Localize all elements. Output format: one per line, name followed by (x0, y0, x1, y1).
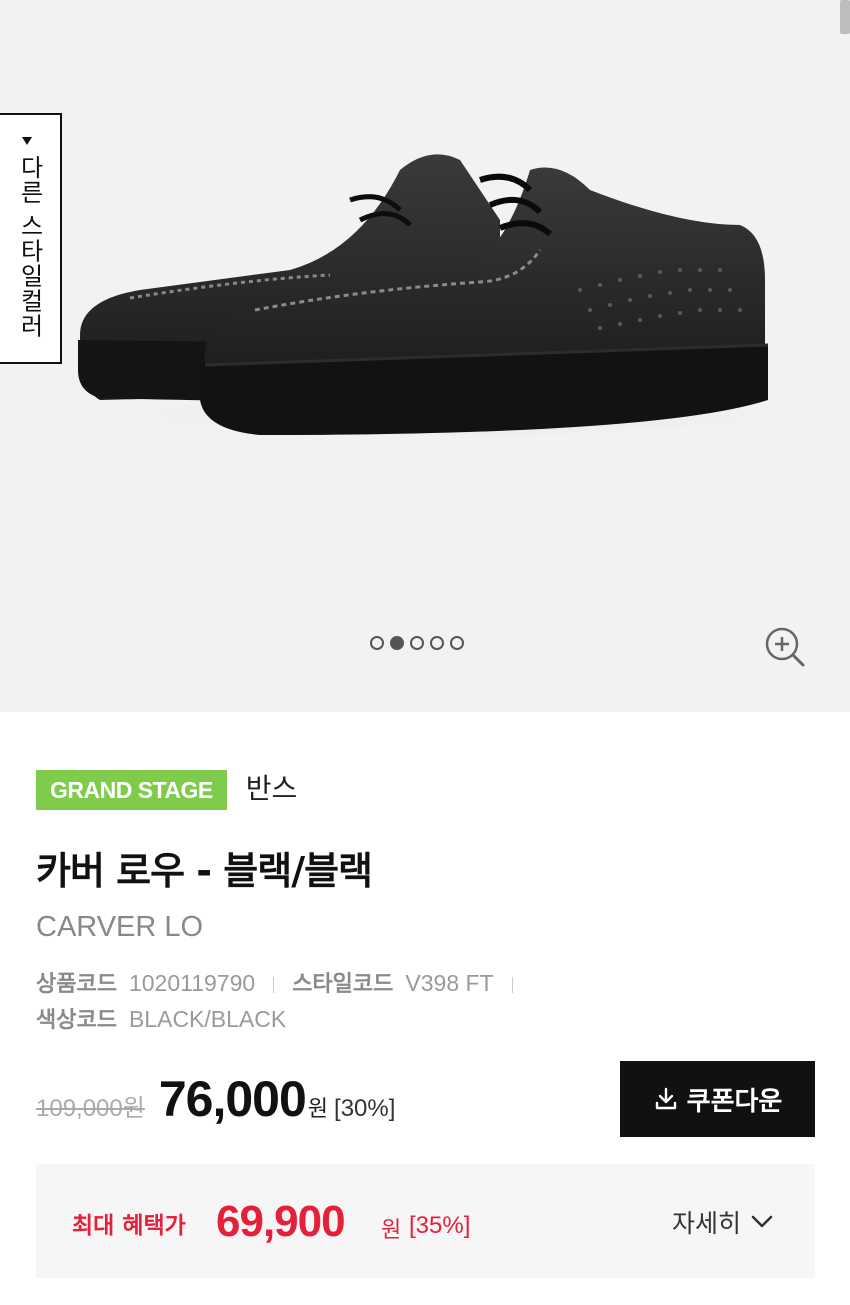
max-benefit-price: 69,900 (216, 1197, 346, 1246)
product-title: 카버 로우 - 블랙/블랙 (36, 849, 373, 893)
color-code-value: BLACK/BLACK (128, 1006, 287, 1032)
max-benefit-panel: 최대 혜택가 69,900 원 [35%] 자세히 (36, 1164, 815, 1278)
benefit-detail-label: 자세히 (672, 1209, 742, 1238)
style-code-value: V398 FT (405, 970, 494, 996)
product-image-gallery[interactable]: 다른 스타일컬러 (0, 0, 850, 712)
pagination-dot[interactable] (370, 636, 384, 650)
sale-price: 76,000 (158, 1071, 307, 1127)
max-benefit-discount: [35%] (409, 1212, 471, 1239)
sale-discount-rate: [30%] (334, 1095, 396, 1122)
pagination-dot[interactable] (410, 636, 424, 650)
brand-row: GRAND STAGE 반스 (36, 770, 297, 810)
other-style-color-label: 다른 스타일컬러 (15, 155, 44, 339)
pagination-dot-active[interactable] (390, 636, 404, 650)
product-shoe-image (78, 154, 790, 441)
chevron-down-icon (751, 1215, 773, 1228)
grand-stage-badge[interactable]: GRAND STAGE (36, 770, 227, 810)
brand-name[interactable]: 반스 (246, 767, 298, 807)
original-price: 109,000원 (36, 1095, 145, 1122)
gallery-pagination (370, 636, 464, 650)
divider (511, 977, 513, 993)
coupon-download-button[interactable]: 쿠폰다운 (620, 1061, 815, 1137)
triangle-down-icon (22, 137, 32, 145)
product-codes-row: 상품코드 1020119790 스타일코드 V398 FT (36, 966, 531, 998)
color-code-label: 색상코드 (36, 1008, 117, 1033)
pagination-dot[interactable] (450, 636, 464, 650)
max-benefit-currency: 원 (381, 1218, 402, 1243)
style-code-label: 스타일코드 (292, 972, 394, 997)
product-code-value: 1020119790 (128, 970, 256, 996)
download-icon (655, 1087, 676, 1110)
benefit-detail-toggle[interactable]: 자세히 (672, 1204, 773, 1240)
pagination-dot[interactable] (430, 636, 444, 650)
sale-price-currency: 원 (307, 1097, 329, 1122)
product-code-label: 상품코드 (36, 972, 117, 997)
color-code-row: 색상코드 BLACK/BLACK (36, 1002, 286, 1034)
max-benefit-label: 최대 혜택가 (72, 1213, 186, 1239)
zoom-in-icon[interactable] (764, 626, 806, 668)
scrollbar-thumb[interactable] (840, 0, 850, 34)
coupon-download-label: 쿠폰다운 (686, 1086, 783, 1117)
divider (273, 977, 275, 993)
other-style-color-tab[interactable]: 다른 스타일컬러 (0, 113, 62, 364)
price-row: 109,000원 76,000 원 [30%] (36, 1070, 395, 1128)
product-english-name: CARVER LO (36, 911, 204, 943)
